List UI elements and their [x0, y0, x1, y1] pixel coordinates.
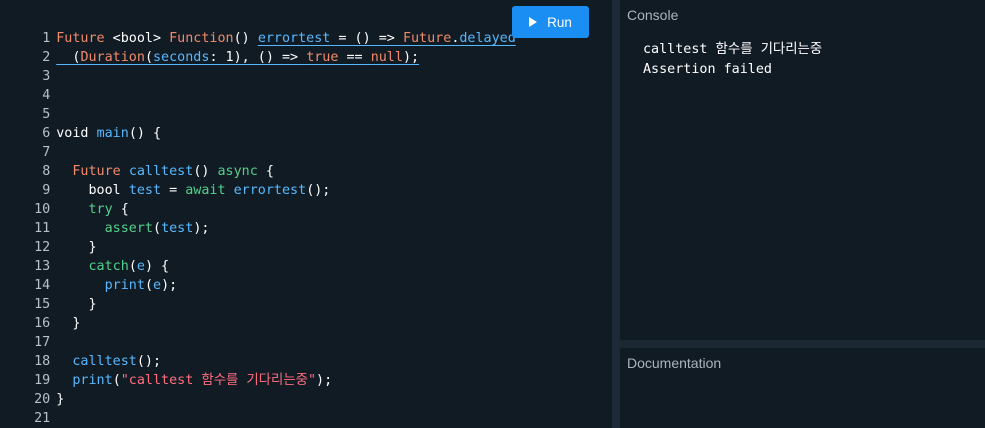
code-token: true — [306, 50, 339, 65]
code-token: main — [96, 126, 129, 141]
code-token: delayed — [459, 31, 516, 46]
code-token: } — [56, 392, 65, 407]
code-token: errortest — [233, 183, 307, 198]
code-token: == — [338, 50, 371, 65]
console-output: calltest 함수를 기다리는중 Assertion failed — [643, 40, 822, 80]
code-token: } — [56, 316, 81, 331]
panel-divider[interactable] — [612, 0, 620, 428]
code-token: ( — [153, 221, 162, 236]
code-token: seconds — [153, 50, 210, 65]
code-line[interactable]: 18 calltest(); — [0, 333, 161, 369]
code-token: await — [185, 183, 234, 198]
console-panel: Console calltest 함수를 기다리는중 Assertion fail… — [620, 0, 985, 340]
code-line[interactable]: 17 — [0, 314, 56, 350]
console-title: Console — [627, 7, 679, 23]
code-token: void — [56, 126, 97, 141]
code-token: (); — [306, 183, 331, 198]
code-token: print — [72, 373, 113, 388]
code-token: print — [104, 278, 145, 293]
line-number: 21 — [34, 411, 51, 426]
code-token: ( — [144, 50, 153, 65]
code-line[interactable]: 14 print(e); — [0, 257, 177, 293]
code-token: ); — [193, 221, 210, 236]
code-editor[interactable]: 1 Future <bool> Function() errortest = ()… — [0, 0, 612, 428]
console-line: Assertion failed — [643, 62, 772, 77]
code-line[interactable]: 11 assert(test); — [0, 200, 209, 236]
code-line[interactable]: 20} — [0, 371, 64, 407]
code-token: () { — [128, 126, 162, 141]
code-line[interactable]: 8 Future calltest() async { — [0, 143, 274, 179]
code-token: test — [161, 221, 194, 236]
code-token: ); — [402, 50, 420, 65]
code-line[interactable]: 2 (Duration(seconds: 1), () => true == n… — [0, 29, 419, 65]
code-token: ( — [144, 278, 153, 293]
code-token: test — [128, 183, 162, 198]
code-token: e — [153, 278, 162, 293]
run-button-label: Run — [547, 14, 572, 30]
code-token: Duration — [80, 50, 145, 65]
code-token: ); — [316, 373, 333, 388]
play-icon — [529, 17, 538, 27]
code-line[interactable]: 12 } — [0, 219, 96, 255]
code-line[interactable]: 16 } — [0, 295, 80, 331]
code-token: assert — [104, 221, 153, 236]
code-line[interactable]: 1 Future <bool> Function() errortest = ()… — [0, 10, 516, 46]
code-line[interactable]: 9 bool test = await errortest(); — [0, 162, 330, 198]
code-token: ); — [161, 278, 178, 293]
code-line[interactable]: 15 } — [0, 276, 96, 312]
code-line[interactable]: 4 — [0, 67, 56, 103]
code-token: = — [161, 183, 186, 198]
code-line[interactable]: 7 — [0, 124, 56, 160]
code-line[interactable]: 21 — [0, 390, 56, 426]
code-line[interactable]: 3 — [0, 48, 56, 84]
code-token: ( — [112, 373, 121, 388]
documentation-title: Documentation — [627, 355, 722, 371]
code-line[interactable]: 19 print("calltest 함수를 기다리는중"); — [0, 352, 332, 388]
code-token: : 1), () => — [209, 50, 307, 65]
console-line: calltest 함수를 기다리는중 — [643, 42, 823, 57]
code-token: null — [370, 50, 403, 65]
code-line[interactable]: 6 void main() { — [0, 105, 161, 141]
documentation-panel: Documentation — [620, 348, 985, 428]
run-button[interactable]: Run — [512, 6, 589, 38]
code-line[interactable]: 5 — [0, 86, 56, 122]
code-token: "calltest 함수를 기다리는중" — [120, 373, 317, 388]
code-line[interactable]: 13 catch(e) { — [0, 238, 169, 274]
code-line[interactable]: 10 try { — [0, 181, 129, 217]
code-token: ( — [56, 50, 81, 65]
